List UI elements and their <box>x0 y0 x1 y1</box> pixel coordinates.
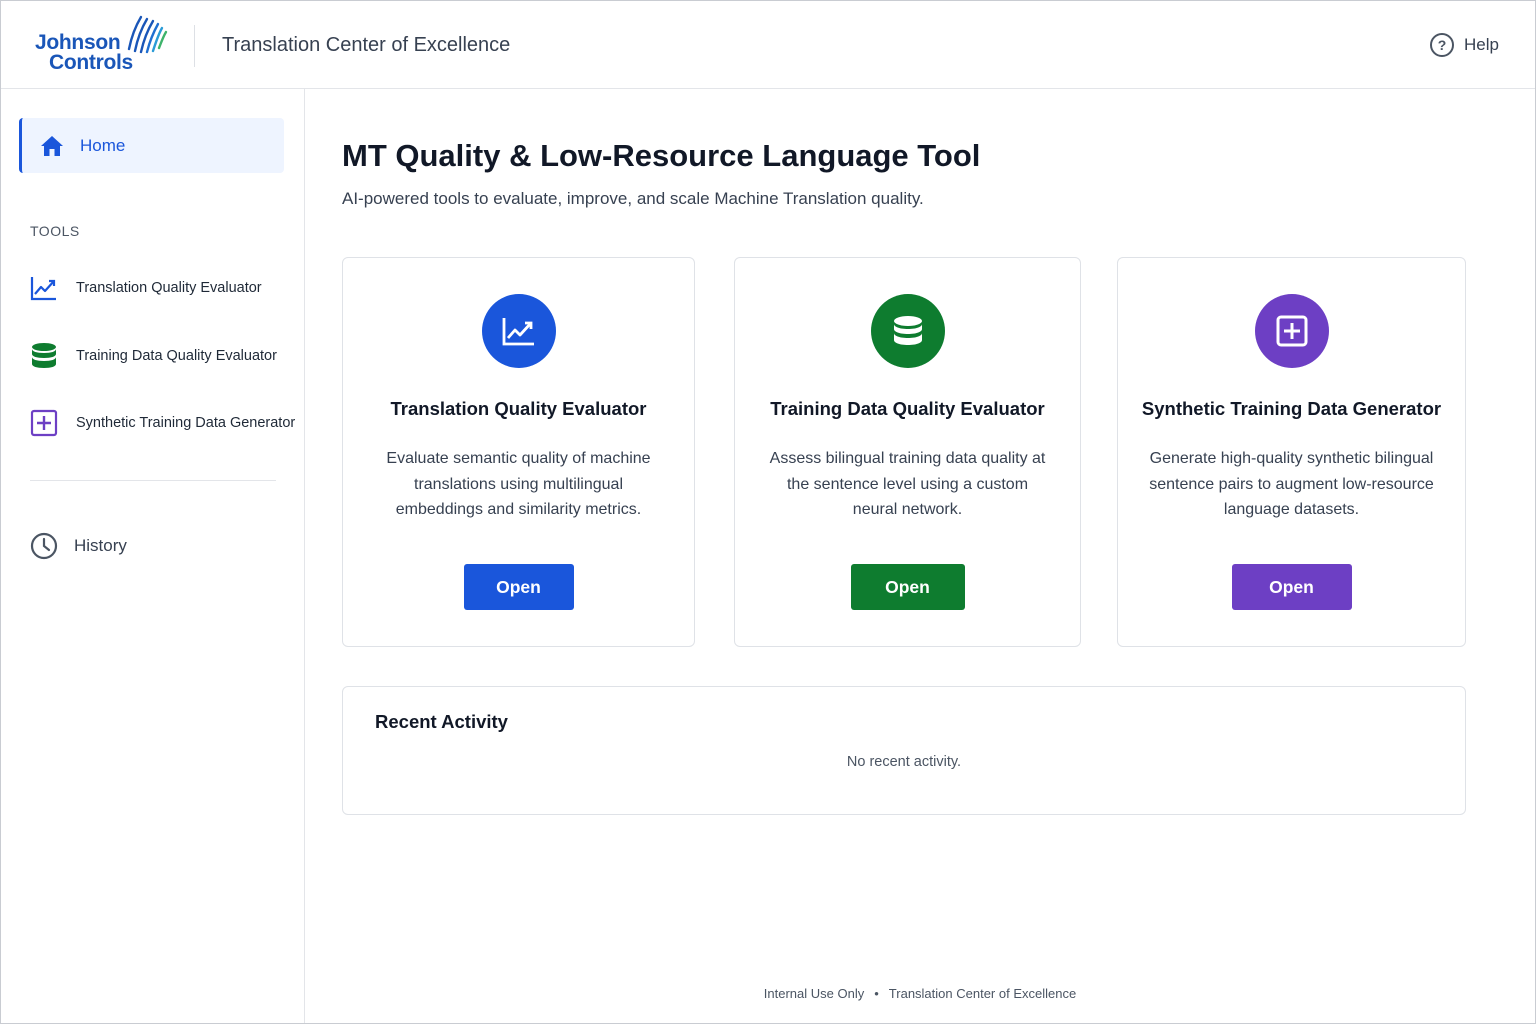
card-description: Generate high-quality synthetic bilingua… <box>1149 450 1434 518</box>
sidebar-item-training-data-quality-evaluator[interactable]: Training Data Quality Evaluator <box>30 342 277 370</box>
help-label: Help <box>1464 35 1499 54</box>
open-synthetic-training-data-generator-button[interactable]: Open <box>1231 564 1352 610</box>
recent-activity-empty-text: No recent activity. <box>846 754 962 770</box>
sidebar-item-label: History <box>74 536 127 555</box>
card-icon-badge <box>870 294 945 368</box>
open-training-data-quality-evaluator-button[interactable]: Open <box>850 564 965 610</box>
sidebar-divider <box>30 480 276 481</box>
johnson-controls-logo[interactable]: Johnson Controls <box>35 15 175 77</box>
logo-wordmark: Johnson Controls <box>35 31 133 74</box>
tools-section-label: TOOLS <box>30 223 80 239</box>
database-icon <box>893 316 922 345</box>
card-title: Translation Quality Evaluator <box>390 398 647 419</box>
logo-line-2: Controls <box>49 51 133 74</box>
recent-activity-title: Recent Activity <box>375 711 508 732</box>
chart-line-icon <box>30 277 56 301</box>
sidebar-item-history[interactable]: History <box>30 532 127 560</box>
card-icon-badge <box>481 294 556 368</box>
open-translation-quality-evaluator-button[interactable]: Open <box>463 564 574 610</box>
sidebar-item-home[interactable]: Home <box>19 118 284 173</box>
help-button[interactable]: ? Help <box>1430 33 1499 57</box>
footer-right-text: Translation Center of Excellence <box>888 986 1077 1001</box>
page-title: MT Quality & Low-Resource Language Tool <box>342 138 981 173</box>
footer-left-text: Internal Use Only <box>763 986 865 1001</box>
database-icon <box>32 343 56 368</box>
sidebar: Home TOOLS Translation Quality Evaluator… <box>1 89 305 1023</box>
app-title: Translation Center of Excellence <box>222 34 511 56</box>
help-icon: ? <box>1430 33 1455 57</box>
logo-swoosh-icon <box>127 15 168 54</box>
footer-separator: • <box>874 986 879 1001</box>
clock-icon <box>30 532 58 560</box>
recent-activity-panel: Recent Activity No recent activity. <box>342 686 1466 815</box>
top-header: Johnson Controls Translation Center of E… <box>1 1 1535 89</box>
card-icon-badge <box>1254 294 1329 368</box>
plus-square-icon <box>30 409 58 437</box>
plus-square-icon <box>1276 315 1307 347</box>
sidebar-item-label: Translation Quality Evaluator <box>76 280 262 296</box>
tool-card-translation-quality-evaluator: Translation Quality Evaluator Evaluate s… <box>342 257 695 647</box>
sidebar-item-translation-quality-evaluator[interactable]: Translation Quality Evaluator <box>30 275 262 301</box>
card-description: Assess bilingual training data quality a… <box>769 450 1046 518</box>
card-title: Synthetic Training Data Generator <box>1141 398 1442 419</box>
sidebar-item-label: Training Data Quality Evaluator <box>76 348 277 364</box>
sidebar-item-label: Synthetic Training Data Generator <box>76 415 296 431</box>
footer: Internal Use Only • Translation Center of … <box>305 986 1535 1001</box>
page-subtitle: AI-powered tools to evaluate, improve, a… <box>342 189 924 208</box>
tool-card-training-data-quality-evaluator: Training Data Quality Evaluator Assess b… <box>734 257 1081 647</box>
main-content: MT Quality & Low-Resource Language Tool … <box>305 89 1535 1023</box>
card-description: Evaluate semantic quality of machine tra… <box>386 450 651 518</box>
sidebar-item-synthetic-training-data-generator[interactable]: Synthetic Training Data Generator <box>30 409 295 437</box>
tool-card-synthetic-training-data-generator: Synthetic Training Data Generator Genera… <box>1117 257 1466 647</box>
home-icon <box>41 135 63 156</box>
header-divider <box>194 25 195 67</box>
sidebar-item-label: Home <box>80 135 126 155</box>
card-title: Training Data Quality Evaluator <box>770 398 1045 419</box>
logo-line-1: Johnson <box>35 31 121 54</box>
chart-line-icon <box>502 318 534 346</box>
